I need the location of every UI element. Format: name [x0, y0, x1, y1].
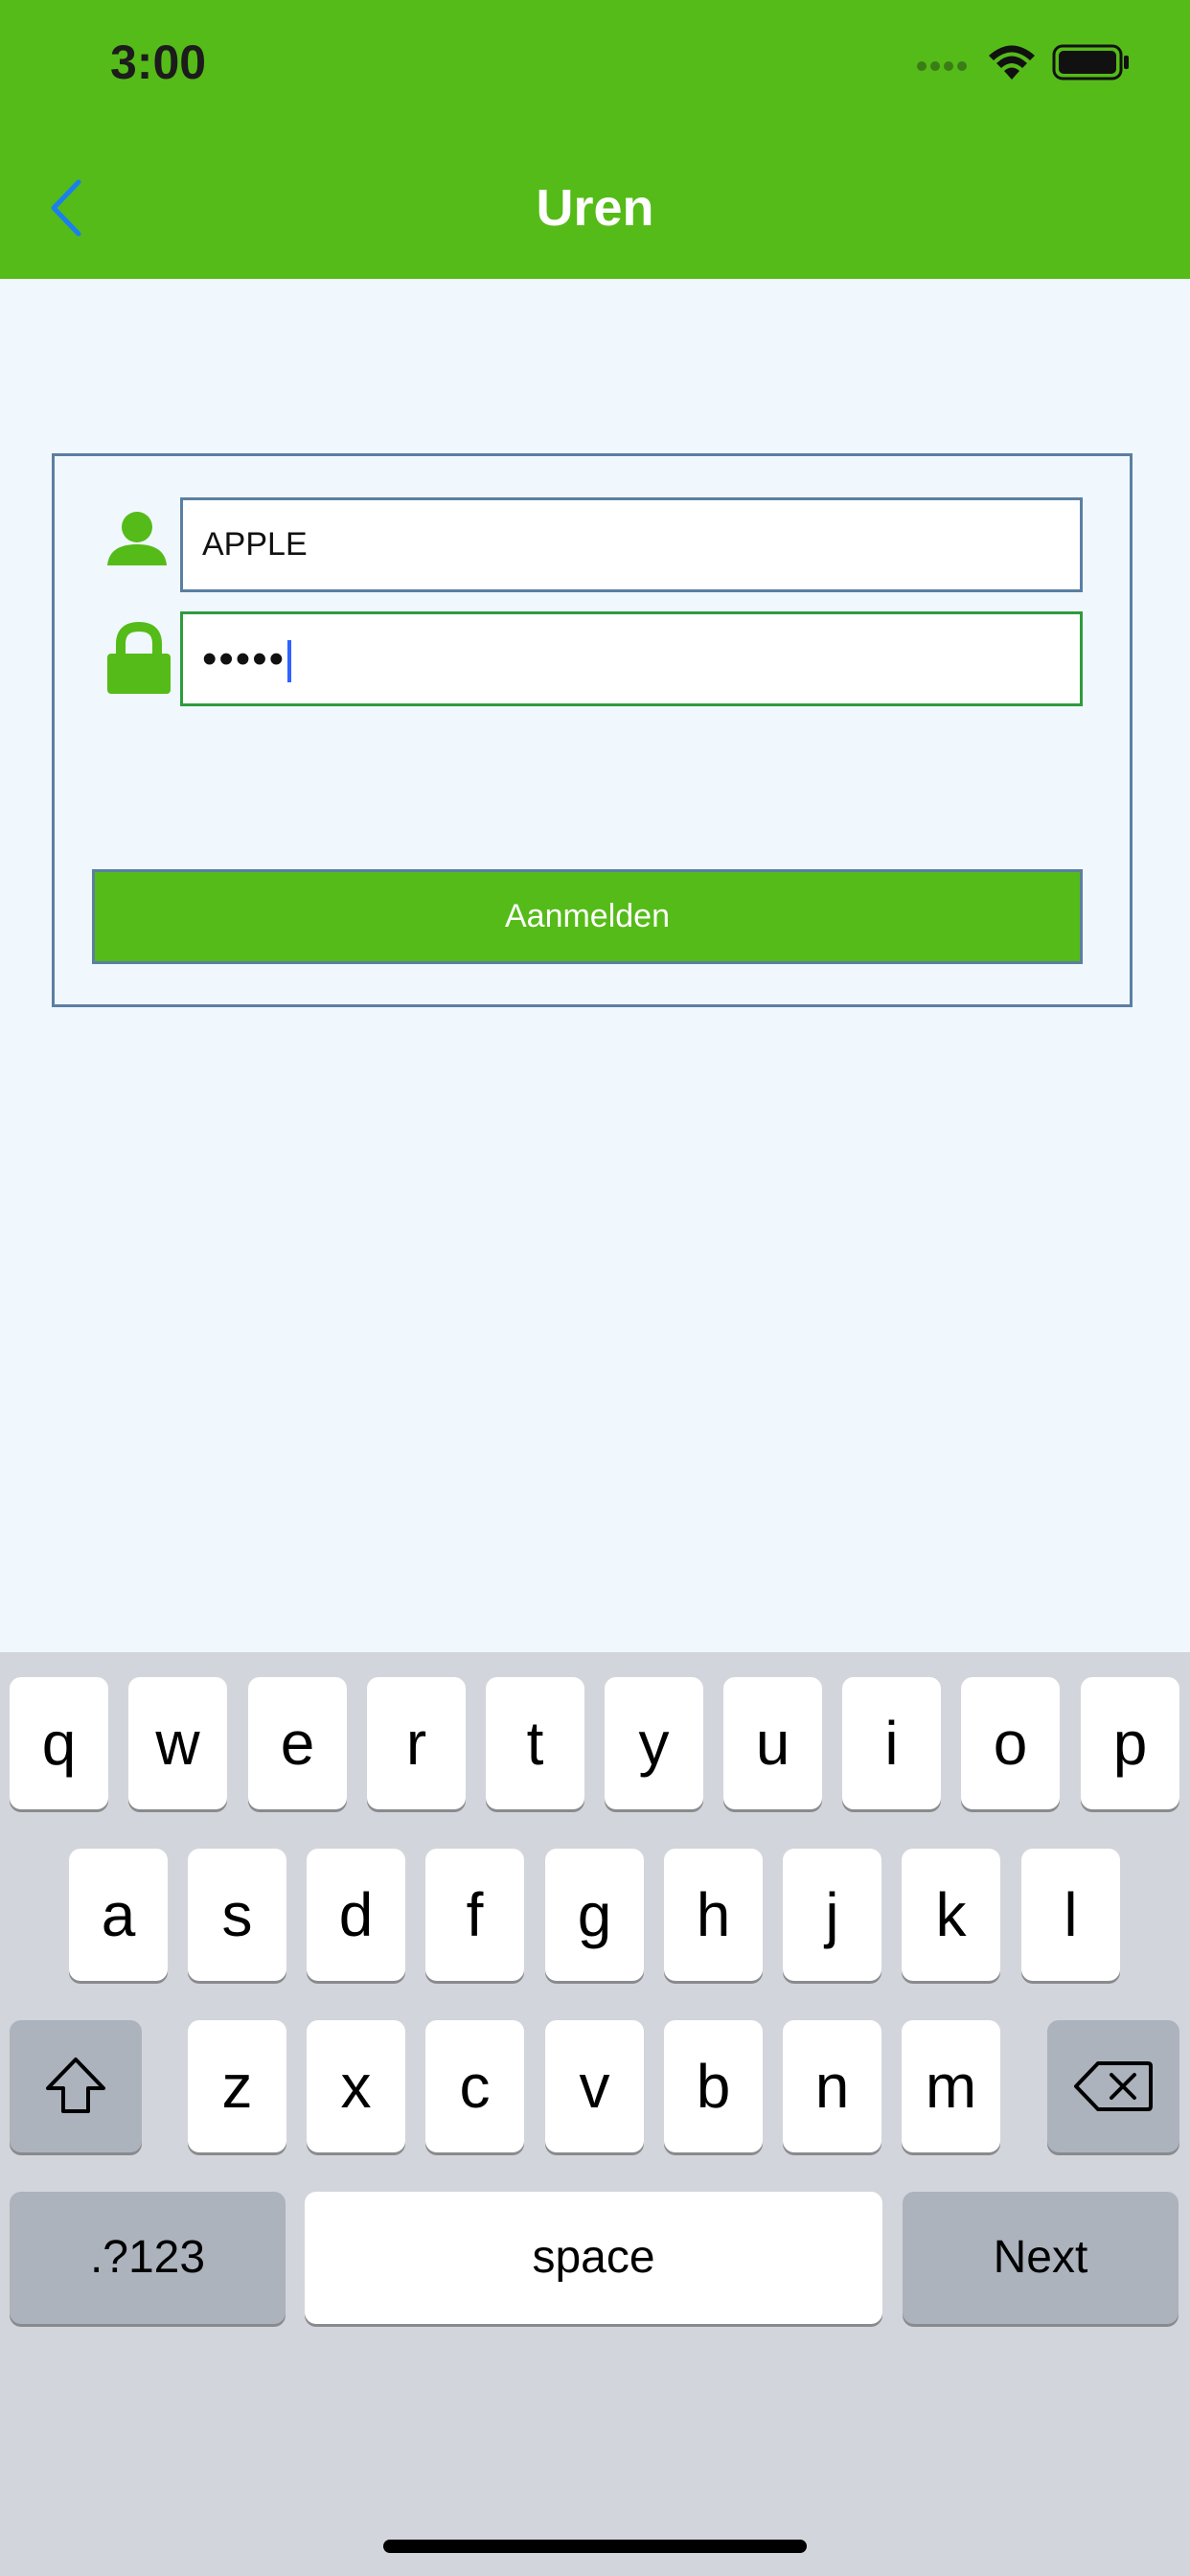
status-time: 3:00: [110, 35, 207, 89]
key-e[interactable]: e: [248, 1677, 347, 1809]
key-t[interactable]: t: [486, 1677, 584, 1809]
key-m[interactable]: m: [902, 2020, 1000, 2152]
key-j[interactable]: j: [783, 1849, 881, 1981]
username-field[interactable]: APPLE: [180, 497, 1083, 592]
key-o[interactable]: o: [961, 1677, 1060, 1809]
key-x[interactable]: x: [307, 2020, 405, 2152]
key-l[interactable]: l: [1021, 1849, 1120, 1981]
password-field[interactable]: •••••: [180, 611, 1083, 706]
key-q[interactable]: q: [10, 1677, 108, 1809]
numbers-key[interactable]: .?123: [10, 2192, 286, 2324]
login-button[interactable]: Aanmelden: [92, 869, 1083, 964]
key-w[interactable]: w: [128, 1677, 227, 1809]
key-v[interactable]: v: [545, 2020, 644, 2152]
key-h[interactable]: h: [664, 1849, 763, 1981]
username-value: APPLE: [202, 526, 308, 563]
shift-key[interactable]: [10, 2020, 142, 2152]
key-f[interactable]: f: [425, 1849, 524, 1981]
text-caret: [287, 640, 292, 683]
wifi-icon: [989, 45, 1035, 80]
key-b[interactable]: b: [664, 2020, 763, 2152]
key-s[interactable]: s: [188, 1849, 286, 1981]
key-k[interactable]: k: [902, 1849, 1000, 1981]
home-indicator[interactable]: [383, 2540, 807, 2553]
key-z[interactable]: z: [188, 2020, 286, 2152]
key-i[interactable]: i: [842, 1677, 941, 1809]
nav-bar: 3:00 Uren: [0, 0, 1190, 279]
key-d[interactable]: d: [307, 1849, 405, 1981]
key-r[interactable]: r: [367, 1677, 466, 1809]
user-icon: [107, 512, 167, 565]
key-c[interactable]: c: [425, 2020, 524, 2152]
lock-icon: [107, 621, 171, 694]
page-title: Uren: [536, 179, 654, 237]
space-key[interactable]: space: [305, 2192, 882, 2324]
key-g[interactable]: g: [545, 1849, 644, 1981]
shift-icon: [46, 2058, 105, 2113]
backspace-icon: [1074, 2061, 1153, 2111]
cellular-signal-icon: [917, 61, 967, 71]
password-value: •••••: [202, 635, 286, 682]
delete-key[interactable]: [1047, 2020, 1179, 2152]
key-p[interactable]: p: [1081, 1677, 1179, 1809]
key-n[interactable]: n: [783, 2020, 881, 2152]
key-a[interactable]: a: [69, 1849, 168, 1981]
key-u[interactable]: u: [723, 1677, 822, 1809]
key-y[interactable]: y: [605, 1677, 703, 1809]
next-key[interactable]: Next: [903, 2192, 1179, 2324]
keyboard: q w e r t y u i o p a s d f g h j k l z …: [0, 1652, 1190, 2576]
battery-icon: [1052, 44, 1129, 80]
